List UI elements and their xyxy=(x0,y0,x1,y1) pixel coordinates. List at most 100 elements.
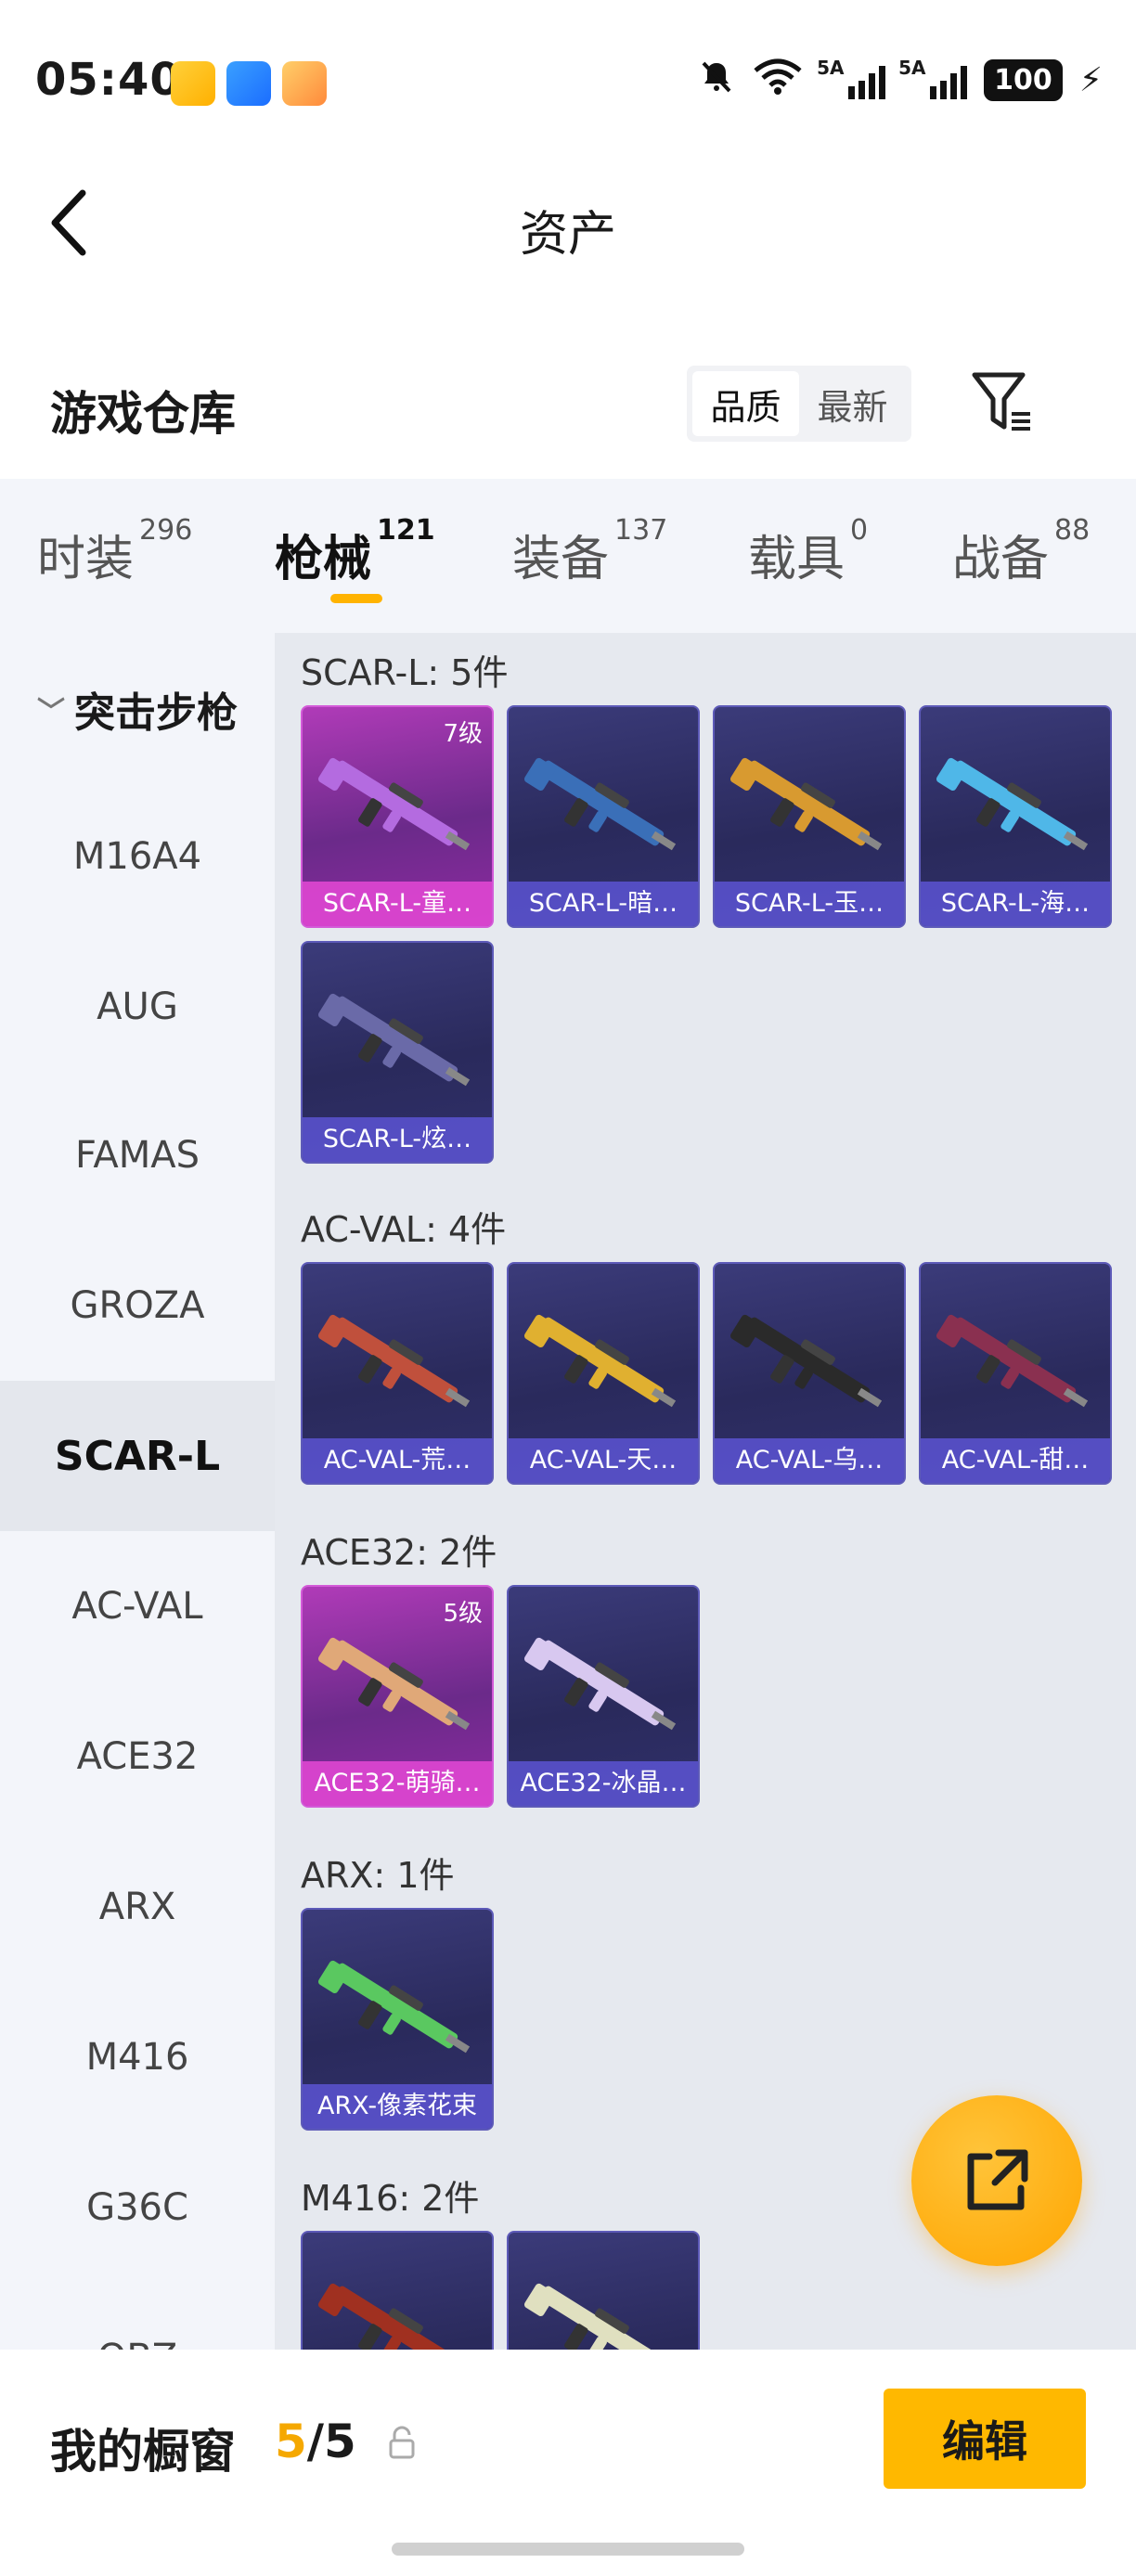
active-tab-indicator xyxy=(330,594,382,603)
tab-equipment[interactable]: 装备137 xyxy=(512,514,667,589)
skin-name: SCAR-L-海… xyxy=(921,882,1110,926)
status-indicators: 5A 5A 100 ⚡ xyxy=(698,57,1103,103)
showcase-count: 5/5 xyxy=(275,2415,356,2468)
skin-name: SCAR-L-暗… xyxy=(509,882,698,926)
battery-indicator: 100 xyxy=(984,59,1063,101)
category-item[interactable]: AUG xyxy=(0,932,275,1082)
filter-icon xyxy=(972,372,1030,431)
cellular-signal-2-icon: 5A xyxy=(898,57,968,99)
tab-count: 88 xyxy=(1054,514,1091,547)
lock-icon xyxy=(389,2426,415,2459)
rifle-icon xyxy=(317,993,471,1087)
tab-count: 137 xyxy=(614,514,668,547)
skin-name: ACE32-萌骑… xyxy=(303,1761,492,1806)
weapon-skin-card[interactable]: AC-VAL-荒… xyxy=(301,1262,494,1485)
skin-name: AC-VAL-甜… xyxy=(921,1438,1110,1483)
weapon-skin-card[interactable]: SCAR-L-暗… xyxy=(507,705,700,928)
showcase-label: 我的橱窗 xyxy=(50,2425,236,2479)
mute-bell-icon xyxy=(698,58,735,103)
tab-guns[interactable]: 枪械121 xyxy=(275,514,435,589)
category-item[interactable]: M16A4 xyxy=(0,781,275,932)
share-button[interactable] xyxy=(911,2095,1082,2266)
rifle-icon xyxy=(317,1314,471,1408)
page-header: 资产 xyxy=(0,139,1136,306)
home-indicator xyxy=(392,2543,744,2556)
weapon-skin-card[interactable]: SCAR-L-海… xyxy=(919,705,1112,928)
group-label: ACE32: 2件 xyxy=(301,1532,497,1573)
category-item[interactable]: ACE32 xyxy=(0,1681,275,1832)
skin-level: 7级 xyxy=(443,720,483,748)
warehouse-title: 游戏仓库 xyxy=(50,387,236,441)
group-label: AC-VAL: 4件 xyxy=(301,1209,507,1250)
rifle-icon xyxy=(729,1314,883,1408)
tab-label: 战备 xyxy=(952,532,1050,587)
weapon-skin-card[interactable]: 5级 ACE32-萌骑… xyxy=(301,1585,494,1808)
tab-vehicles[interactable]: 载具0 xyxy=(748,514,868,589)
skin-name: ARX-像素花束 xyxy=(303,2084,492,2129)
sort-quality-option[interactable]: 品质 xyxy=(692,371,799,436)
weapon-skin-card[interactable] xyxy=(301,2231,494,2350)
chevron-down-icon: ﹀ xyxy=(37,696,65,728)
signal-2-tag: 5A xyxy=(898,56,926,79)
tab-label: 枪械 xyxy=(275,532,372,587)
weapon-skin-card[interactable]: AC-VAL-乌… xyxy=(713,1262,906,1485)
rifle-icon xyxy=(523,1314,677,1408)
status-time: 05:40 xyxy=(35,54,182,106)
showcase-current: 5 xyxy=(275,2415,307,2468)
category-group-assault-rifles[interactable]: ﹀ 突击步枪 xyxy=(0,670,275,748)
category-item[interactable]: FAMAS xyxy=(0,1080,275,1230)
category-item[interactable]: GROZA xyxy=(0,1230,275,1381)
tab-supplies[interactable]: 战备88 xyxy=(952,514,1090,589)
tab-count: 121 xyxy=(377,514,435,547)
rifle-icon xyxy=(317,1637,471,1731)
weapon-skin-card[interactable]: AC-VAL-天… xyxy=(507,1262,700,1485)
rifle-icon xyxy=(523,2283,665,2350)
rifle-icon xyxy=(523,757,677,851)
weapon-skin-card[interactable]: SCAR-L-炫… xyxy=(301,941,494,1164)
category-item[interactable]: AC-VAL xyxy=(0,1531,275,1681)
rifle-icon xyxy=(317,1960,471,2054)
app-notification-icon xyxy=(171,61,215,106)
weapon-skin-card[interactable]: SCAR-L-玉… xyxy=(713,705,906,928)
charging-bolt-icon: ⚡ xyxy=(1078,61,1103,99)
weapon-skin-card[interactable] xyxy=(507,2231,700,2350)
showcase-total: /5 xyxy=(306,2415,356,2468)
wifi-icon xyxy=(752,58,804,103)
tab-outfits[interactable]: 时装296 xyxy=(37,514,192,589)
category-item[interactable]: G36C xyxy=(0,2132,275,2283)
skin-name: AC-VAL-天… xyxy=(509,1438,698,1483)
category-item[interactable]: M416 xyxy=(0,1982,275,2132)
tab-count: 296 xyxy=(139,514,193,547)
sort-newest-option[interactable]: 最新 xyxy=(799,371,906,436)
tab-label: 装备 xyxy=(512,532,610,587)
skin-name: SCAR-L-玉… xyxy=(715,882,904,926)
group-label: M416: 2件 xyxy=(301,2178,480,2219)
message-app-icon xyxy=(226,61,271,106)
signal-1-tag: 5A xyxy=(817,56,845,79)
rifle-icon xyxy=(317,757,471,851)
cellular-signal-1-icon: 5A xyxy=(817,57,886,99)
edit-button[interactable]: 编辑 xyxy=(884,2389,1086,2489)
share-icon xyxy=(967,2149,1028,2210)
skin-name: SCAR-L-炫… xyxy=(303,1117,492,1162)
category-tabs: 时装296 枪械121 装备137 载具0 战备88 xyxy=(0,479,1136,633)
status-bar: 05:40 5A 5A 100 ⚡ xyxy=(0,0,1136,130)
category-item-active[interactable]: SCAR-L xyxy=(0,1381,275,1531)
rifle-icon xyxy=(936,1314,1089,1408)
rifle-icon xyxy=(729,757,883,851)
weapon-skin-card[interactable]: AC-VAL-甜… xyxy=(919,1262,1112,1485)
skin-name: ACE32-冰晶… xyxy=(509,1761,698,1806)
status-app-icons xyxy=(171,61,327,106)
rifle-icon xyxy=(936,757,1089,851)
tab-count: 0 xyxy=(850,514,869,547)
skin-name: SCAR-L-童… xyxy=(303,882,492,926)
tab-label: 载具 xyxy=(748,532,846,587)
filter-button[interactable] xyxy=(969,367,1036,440)
weapon-skin-card[interactable]: ARX-像素花束 xyxy=(301,1908,494,2131)
group-label: ARX: 1件 xyxy=(301,1855,455,1896)
skin-level: 5级 xyxy=(443,1600,483,1628)
category-item[interactable]: ARX xyxy=(0,1832,275,1982)
weapon-skin-card[interactable]: 7级 SCAR-L-童… xyxy=(301,705,494,928)
weapon-skin-card[interactable]: ACE32-冰晶… xyxy=(507,1585,700,1808)
rifle-icon xyxy=(523,1637,677,1731)
